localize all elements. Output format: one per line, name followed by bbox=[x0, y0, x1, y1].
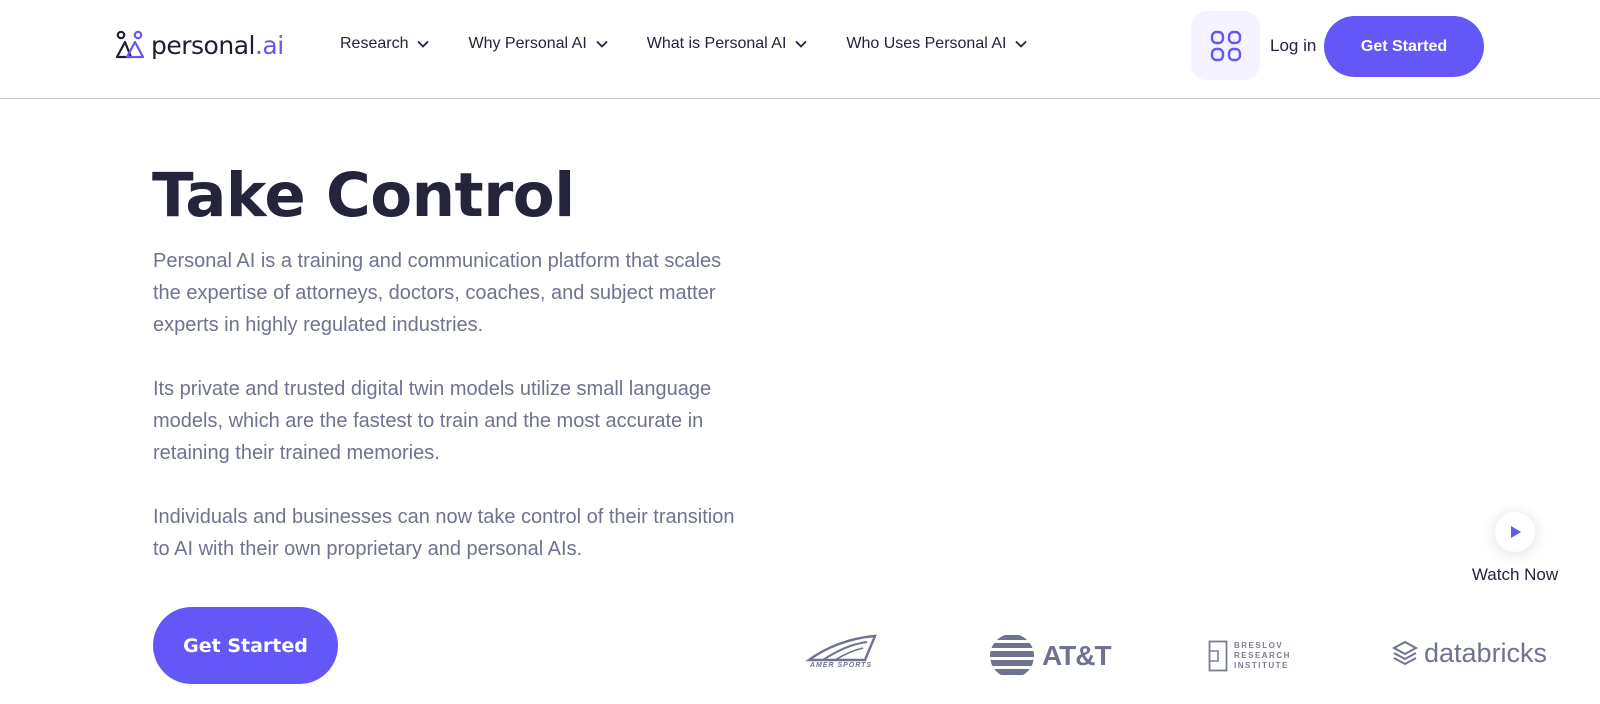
nav-item-label: What is Personal AI bbox=[646, 35, 787, 52]
databricks-text: databricks bbox=[1424, 638, 1548, 668]
nav-item-why[interactable]: Why Personal AI bbox=[468, 35, 608, 53]
get-started-button-header[interactable]: Get Started bbox=[1324, 16, 1484, 77]
att-logo: AT&T bbox=[988, 632, 1112, 680]
breslov-logo: BRESLOV RESEARCH INSTITUTE bbox=[1208, 640, 1291, 672]
att-globe-icon bbox=[990, 634, 1034, 678]
logo[interactable]: personal.ai bbox=[115, 30, 284, 60]
page-title: Take Control bbox=[152, 160, 575, 231]
partner-logos: AMER SPORTS AT&T BRESLOV RESEARCH INSTIT… bbox=[0, 630, 1600, 690]
site-header: personal.ai Research Why Personal AI Wha… bbox=[0, 0, 1600, 99]
personal-ai-logo-icon bbox=[115, 30, 145, 59]
nav-item-who[interactable]: Who Uses Personal AI bbox=[846, 35, 1028, 53]
breslov-text: BRESLOV RESEARCH INSTITUTE bbox=[1234, 641, 1291, 670]
hero-paragraph-2: Its private and trusted digital twin mod… bbox=[153, 378, 712, 464]
amer-sports-text: AMER SPORTS bbox=[809, 662, 873, 669]
chevron-down-icon bbox=[795, 40, 808, 48]
att-text: AT&T bbox=[1042, 640, 1112, 671]
main-nav: Research Why Personal AI What is Persona… bbox=[340, 35, 1066, 53]
chevron-down-icon bbox=[417, 40, 430, 48]
login-link[interactable]: Log in bbox=[1270, 36, 1316, 56]
hero-paragraph-1: Personal AI is a training and communicat… bbox=[153, 250, 722, 336]
grid-icon bbox=[1210, 30, 1241, 61]
amer-sports-mark-icon bbox=[805, 634, 877, 662]
nav-item-research[interactable]: Research bbox=[340, 35, 430, 53]
nav-item-label: Research bbox=[340, 35, 409, 52]
chevron-down-icon bbox=[596, 40, 608, 48]
play-icon bbox=[1511, 526, 1521, 538]
hero-paragraph-3: Individuals and businesses can now take … bbox=[153, 506, 735, 560]
play-button[interactable] bbox=[1495, 512, 1535, 552]
watch-now-label: Watch Now bbox=[1471, 565, 1559, 584]
nav-item-label: Who Uses Personal AI bbox=[846, 35, 1007, 52]
databricks-logo: databricks bbox=[1392, 638, 1547, 669]
databricks-layers-icon bbox=[1392, 640, 1418, 665]
chevron-down-icon bbox=[1015, 40, 1028, 48]
breslov-mark-icon bbox=[1208, 640, 1228, 672]
logo-text: personal.ai bbox=[151, 30, 284, 60]
nav-item-label: Why Personal AI bbox=[468, 35, 587, 52]
nav-item-what[interactable]: What is Personal AI bbox=[647, 35, 809, 53]
apps-grid-button[interactable] bbox=[1191, 11, 1260, 80]
watch-now-widget[interactable]: Watch Now bbox=[1455, 506, 1575, 585]
amer-sports-logo: AMER SPORTS bbox=[805, 634, 877, 669]
